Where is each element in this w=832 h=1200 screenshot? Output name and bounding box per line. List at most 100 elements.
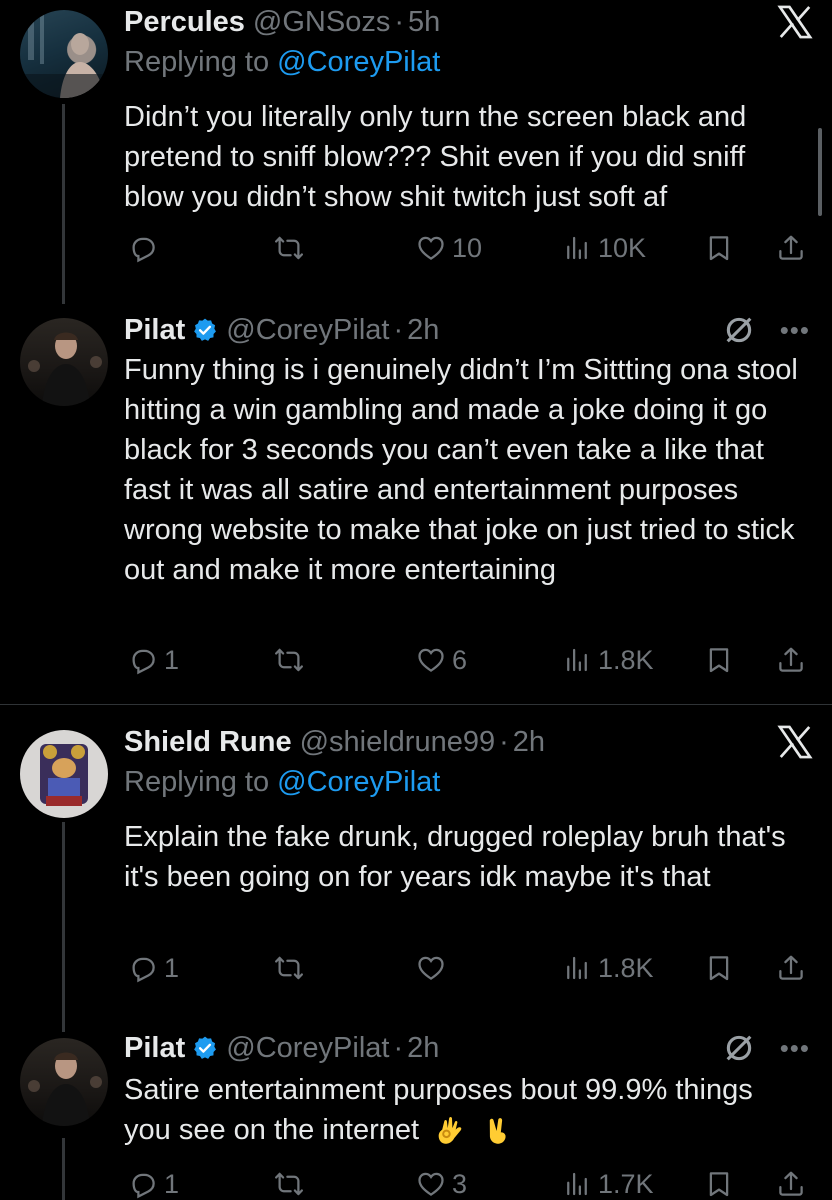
bookmark-button[interactable]	[704, 950, 734, 986]
grok-icon[interactable]	[722, 313, 756, 347]
reply-button[interactable]: 1	[128, 642, 179, 678]
avatar[interactable]	[20, 318, 108, 406]
bookmark-icon	[704, 645, 734, 675]
tweet-corner: •••	[722, 1028, 810, 1068]
view-count: 10K	[598, 232, 647, 263]
separator-dot: ·	[499, 725, 509, 758]
share-button[interactable]	[776, 1166, 806, 1200]
avatar[interactable]	[20, 10, 108, 98]
share-button[interactable]	[776, 230, 806, 266]
thread-line	[62, 104, 65, 304]
bookmark-icon	[704, 953, 734, 983]
tweet-header: Pilat @CoreyPilat · 2h	[124, 310, 439, 350]
display-name[interactable]: Percules	[124, 6, 245, 39]
tweet[interactable]: Pilat @CoreyPilat · 2h ••• Funny thing i…	[0, 310, 832, 704]
avatar-image	[40, 744, 88, 806]
reply-button[interactable]: 1	[128, 950, 179, 986]
share-button[interactable]	[776, 950, 806, 986]
views-button[interactable]: 1.8K	[562, 642, 654, 678]
tweet-header: Shield Rune @shieldrune99 · 2h	[124, 722, 545, 762]
display-name[interactable]: Pilat	[124, 1032, 185, 1065]
replying-to: Replying to @CoreyPilat	[124, 766, 440, 799]
timestamp[interactable]: 2h	[407, 314, 439, 347]
tweet-text: Explain the fake drunk, drugged roleplay…	[124, 821, 786, 893]
tweet-text-container: Satire entertainment purposes bout 99.9%…	[124, 1070, 804, 1150]
retweet-button[interactable]	[274, 950, 310, 986]
separator-dot: ·	[393, 313, 404, 346]
analytics-icon	[562, 1169, 592, 1199]
mention-link[interactable]: @CoreyPilat	[277, 766, 440, 798]
grok-icon[interactable]	[722, 1031, 756, 1065]
like-button[interactable]: 10	[416, 230, 482, 266]
share-icon	[776, 953, 806, 983]
view-count: 1.8K	[598, 952, 654, 983]
like-button[interactable]: 6	[416, 642, 467, 678]
display-name[interactable]: Shield Rune	[124, 726, 292, 759]
reply-icon	[128, 1169, 158, 1199]
retweet-button[interactable]	[274, 230, 310, 266]
retweet-icon	[274, 233, 304, 263]
more-options-icon[interactable]: •••	[780, 1033, 810, 1064]
bookmark-button[interactable]	[704, 230, 734, 266]
share-button[interactable]	[776, 642, 806, 678]
heart-icon	[416, 953, 446, 983]
tweet-actions: 10 10K	[124, 230, 814, 266]
tweet-actions: 1 6 1.8K	[124, 642, 814, 678]
reply-icon	[128, 953, 158, 983]
timestamp[interactable]: 2h	[513, 726, 545, 759]
retweet-button[interactable]	[274, 1166, 310, 1200]
divider	[0, 704, 832, 705]
thread-line	[62, 822, 65, 1032]
more-options-icon[interactable]: •••	[780, 315, 810, 346]
heart-icon	[416, 645, 446, 675]
share-icon	[776, 233, 806, 263]
mention-link[interactable]: @CoreyPilat	[277, 46, 440, 78]
bookmark-button[interactable]	[704, 642, 734, 678]
avatar[interactable]	[20, 730, 108, 818]
verified-badge-icon	[192, 1035, 218, 1061]
timestamp[interactable]: 2h	[407, 1032, 439, 1065]
avatar[interactable]	[20, 1038, 108, 1126]
tweet-text: Funny thing is i genuinely didn’t I’m Si…	[124, 354, 798, 586]
views-button[interactable]: 1.7K	[562, 1166, 654, 1200]
bookmark-button[interactable]	[704, 1166, 734, 1200]
reply-button[interactable]: 1	[128, 1166, 179, 1200]
views-button[interactable]: 10K	[562, 230, 646, 266]
reply-count: 1	[164, 644, 180, 675]
separator-dot: ·	[394, 5, 405, 38]
tweet-header: Pilat @CoreyPilat · 2h	[124, 1028, 439, 1068]
thread-line	[62, 1138, 65, 1200]
avatar-image	[20, 14, 108, 98]
tweet[interactable]: Percules @GNSozs · 5h Replying to @Corey…	[0, 0, 832, 304]
tweet-corner: •••	[722, 310, 810, 350]
heart-icon	[416, 1169, 446, 1199]
user-handle[interactable]: @CoreyPilat	[226, 314, 389, 347]
views-button[interactable]: 1.8K	[562, 950, 654, 986]
retweet-button[interactable]	[274, 642, 310, 678]
share-icon	[776, 1169, 806, 1199]
tweet-header: Percules @GNSozs · 5h	[124, 2, 440, 42]
like-button[interactable]	[416, 950, 452, 986]
replying-to-label: Replying to	[124, 46, 270, 78]
heart-icon	[416, 233, 446, 263]
like-count: 10	[452, 232, 483, 263]
reply-thread: Percules @GNSozs · 5h Replying to @Corey…	[0, 0, 832, 1200]
view-count: 1.7K	[598, 1168, 654, 1199]
like-button[interactable]: 3	[416, 1166, 467, 1200]
scrollbar[interactable]	[818, 128, 822, 216]
tweet[interactable]: Pilat @CoreyPilat · 2h ••• Satire entert…	[0, 1028, 832, 1200]
reply-button[interactable]	[128, 230, 164, 266]
victory-hand-emoji	[489, 1118, 506, 1145]
display-name[interactable]: Pilat	[124, 314, 185, 347]
analytics-icon	[562, 953, 592, 983]
bookmark-icon	[704, 1169, 734, 1199]
view-count: 1.8K	[598, 644, 654, 675]
x-logo-icon	[776, 3, 814, 41]
user-handle[interactable]: @CoreyPilat	[226, 1032, 389, 1065]
analytics-icon	[562, 645, 592, 675]
user-handle[interactable]: @shieldrune99	[300, 726, 496, 759]
reply-count: 1	[164, 952, 180, 983]
timestamp[interactable]: 5h	[408, 6, 440, 39]
user-handle[interactable]: @GNSozs	[253, 6, 390, 39]
tweet[interactable]: Shield Rune @shieldrune99 · 2h Replying …	[0, 722, 832, 1032]
